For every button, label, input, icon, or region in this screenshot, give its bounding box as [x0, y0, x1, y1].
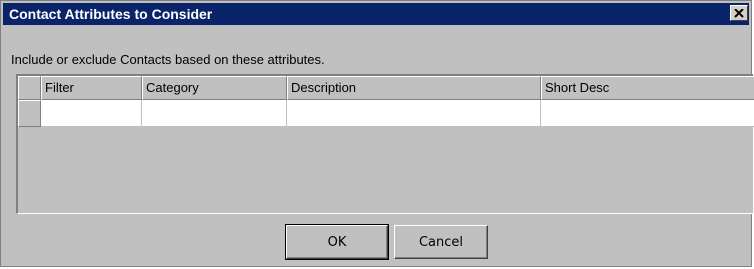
close-icon — [734, 8, 744, 18]
close-button[interactable] — [730, 5, 748, 21]
dialog-title: Contact Attributes to Consider — [9, 6, 213, 22]
row-selector[interactable] — [18, 100, 41, 127]
attributes-grid[interactable]: Filter Category Description Short Desc — [16, 74, 754, 214]
grid-corner-cell[interactable] — [18, 76, 41, 100]
cell-filter[interactable] — [41, 100, 142, 127]
dialog-window: Contact Attributes to Consider Include o… — [0, 0, 754, 267]
grid-header-row: Filter Category Description Short Desc — [18, 76, 754, 100]
cell-category[interactable] — [142, 100, 287, 127]
column-header-short-desc[interactable]: Short Desc — [541, 76, 754, 100]
column-header-description[interactable]: Description — [287, 76, 541, 100]
column-header-filter[interactable]: Filter — [41, 76, 142, 100]
ok-button[interactable]: OK — [285, 224, 389, 260]
cancel-button[interactable]: Cancel — [394, 225, 488, 259]
column-header-category[interactable]: Category — [142, 76, 287, 100]
cell-short-desc[interactable] — [541, 100, 754, 127]
cell-description[interactable] — [287, 100, 541, 127]
title-bar[interactable]: Contact Attributes to Consider — [3, 3, 749, 25]
table-row[interactable] — [18, 100, 754, 127]
instruction-text: Include or exclude Contacts based on the… — [11, 52, 325, 67]
